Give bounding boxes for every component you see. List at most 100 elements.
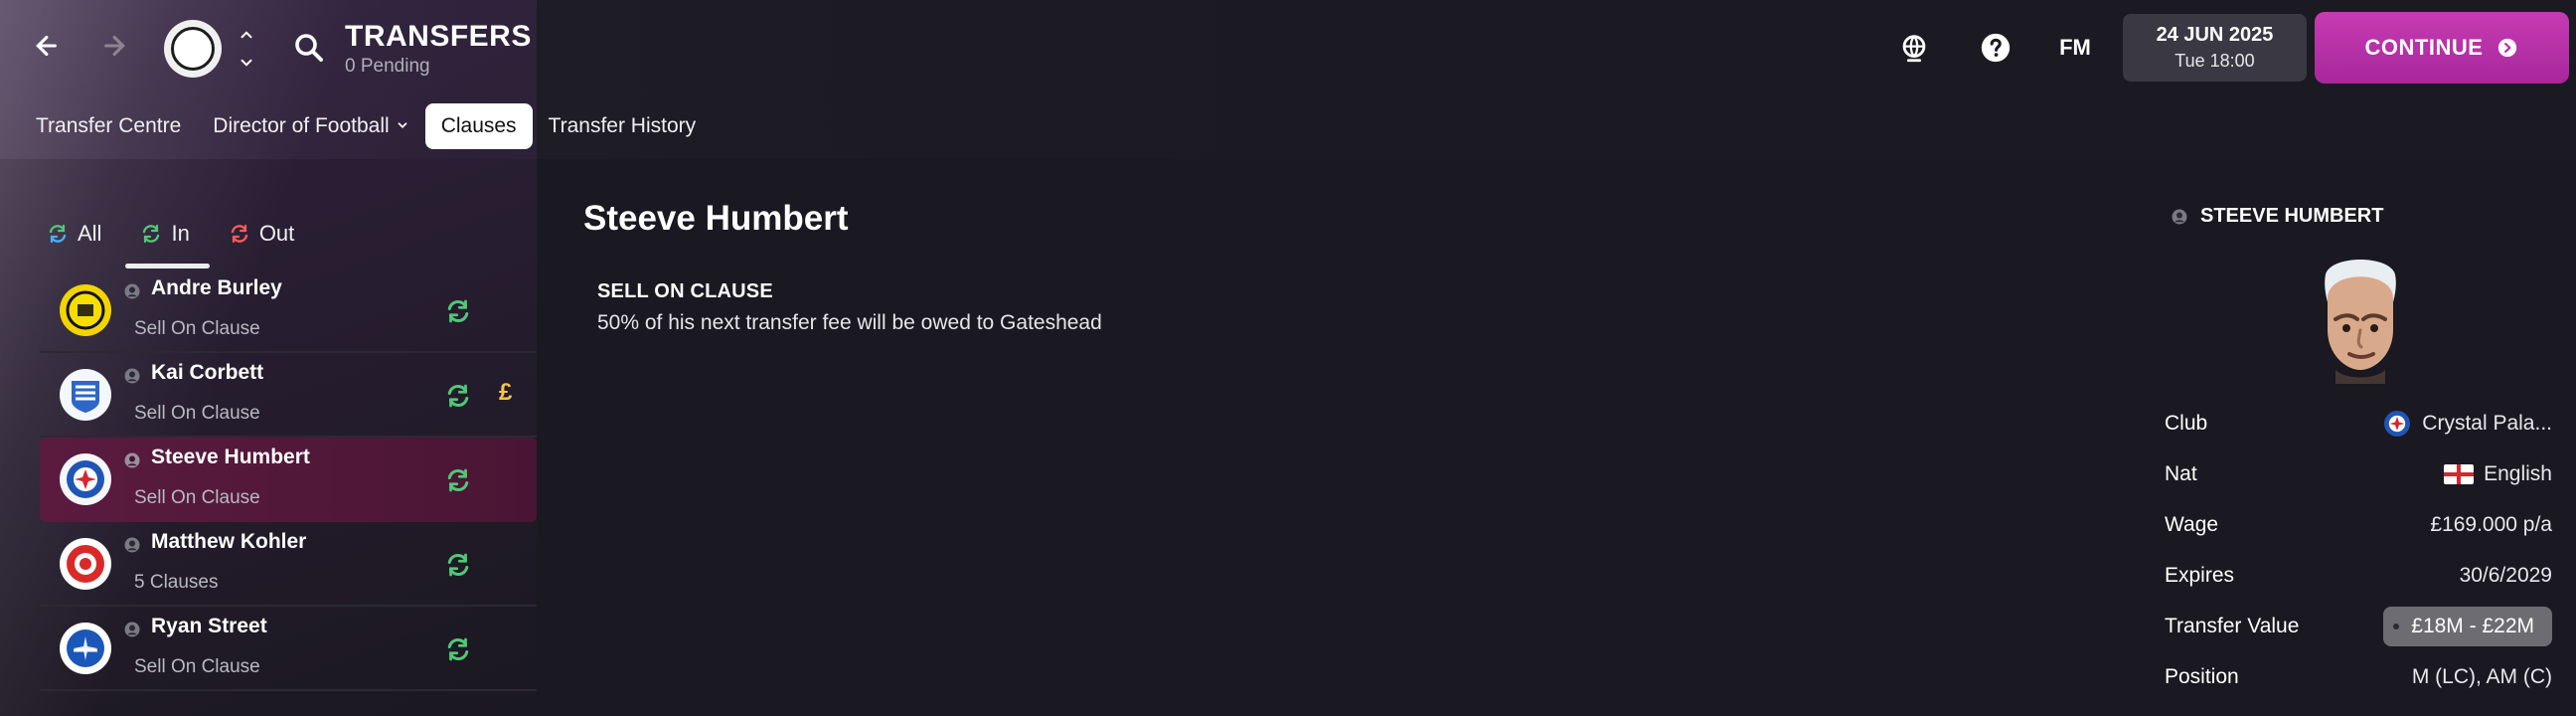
person-icon [123, 621, 141, 638]
value: £169.000 p/a [2430, 513, 2552, 536]
label: Position [2165, 665, 2239, 688]
page-title-block: TRANSFERS 0 Pending [345, 20, 532, 78]
list-item[interactable]: Kai Corbett Sell On Clause £ [40, 353, 537, 438]
player-title[interactable]: Steeve Humbert [583, 199, 2074, 239]
clause-heading: SELL ON CLAUSE [597, 280, 773, 302]
tab-transfer-history[interactable]: Transfer History [533, 103, 713, 149]
club-badge-icon [60, 284, 111, 336]
continue-label: CONTINUE [2364, 35, 2484, 60]
player-name: Steeve Humbert [151, 446, 310, 468]
filter-all[interactable]: All [40, 211, 107, 257]
label: Transfer Value [2165, 615, 2300, 637]
tab-label: Transfer History [548, 114, 697, 137]
profile-header[interactable]: STEEVE HUMBERT [2171, 205, 2383, 228]
profile-row-club[interactable]: Club Crystal Pala... [2165, 400, 2552, 448]
date-display: 24 JUN 2025 [2156, 24, 2274, 46]
value: English [2444, 462, 2552, 486]
tab-label: Clauses [440, 114, 517, 137]
club-badge[interactable] [164, 20, 222, 78]
swap-in-icon [443, 381, 473, 411]
swap-in-icon [443, 465, 473, 495]
tab-label: Transfer Centre [36, 114, 182, 137]
tab-label: Director of Football [213, 114, 390, 137]
arrow-right-icon [104, 35, 125, 57]
person-icon [123, 367, 141, 385]
globe-button[interactable] [1894, 28, 1934, 68]
swap-out-icon [231, 224, 248, 244]
continue-button[interactable]: CONTINUE [2315, 12, 2569, 84]
person-icon [123, 282, 141, 300]
list-item[interactable]: Steeve Humbert Sell On Clause [40, 438, 537, 522]
fm-menu-button[interactable]: FM [2055, 28, 2095, 68]
club-badge-icon [60, 453, 111, 505]
chevron-up-icon [241, 31, 252, 39]
profile-row-wage: Wage £169.000 p/a [2165, 501, 2552, 549]
profile-row-position: Position M (LC), AM (C) [2165, 653, 2552, 701]
label: Expires [2165, 564, 2235, 587]
chevron-down-icon [396, 114, 409, 138]
clause-summary: Sell On Clause [134, 656, 260, 677]
club-switcher[interactable] [235, 26, 258, 72]
value: Crystal Pala... [2382, 409, 2552, 439]
club-badge-icon [60, 538, 111, 590]
filter-label: Out [258, 221, 295, 246]
swap-in-icon [443, 296, 473, 326]
person-icon [2172, 209, 2187, 224]
tab-transfer-centre[interactable]: Transfer Centre [20, 103, 197, 149]
direction-filters: All In Out [40, 199, 300, 268]
label: Wage [2165, 513, 2219, 536]
clause-text: 50% of his next transfer fee will be owe… [597, 311, 1102, 334]
profile-row-nationality: Nat English [2165, 450, 2552, 498]
label: Club [2165, 412, 2208, 435]
clause-detail: Steeve Humbert SELL ON CLAUSE 50% of his… [583, 199, 2074, 335]
back-button[interactable] [24, 26, 64, 66]
swap-icon [49, 224, 67, 244]
clause-summary: 5 Clauses [134, 572, 219, 593]
club-badge-icon [60, 623, 111, 674]
list-item[interactable]: Matthew Kohler 5 Clauses [40, 522, 537, 607]
filter-label: In [171, 221, 190, 246]
globe-icon [1902, 35, 1926, 63]
filter-in[interactable]: In [125, 211, 211, 268]
date-box[interactable]: 24 JUN 2025 Tue 18:00 [2123, 14, 2307, 82]
chevron-down-icon [241, 59, 252, 67]
player-portrait [2306, 245, 2415, 384]
list-item[interactable]: Ryan Street Sell On Clause [40, 607, 537, 691]
filter-out[interactable]: Out [222, 211, 300, 257]
club-badge-icon [2384, 411, 2411, 437]
play-circle-icon [2498, 38, 2517, 58]
swap-in-icon [443, 550, 473, 580]
england-flag-icon [2444, 464, 2475, 484]
help-icon [1981, 33, 2011, 63]
help-button[interactable] [1976, 28, 2015, 68]
search-button[interactable] [291, 30, 327, 66]
player-name: Matthew Kohler [151, 530, 307, 553]
time-display: Tue 18:00 [2174, 51, 2255, 71]
swap-in-icon [143, 224, 160, 244]
nationality: English [2484, 462, 2552, 485]
profile-title: STEEVE HUMBERT [2200, 205, 2384, 227]
transfer-value-pill: £18M - £22M [2383, 607, 2552, 646]
clause-summary: Sell On Clause [134, 403, 260, 424]
label: Nat [2165, 462, 2197, 485]
tab-director-of-football[interactable]: Director of Football [197, 103, 424, 149]
club-name: Crystal Pala... [2422, 412, 2552, 435]
profile-row-transfer-value: Transfer Value £18M - £22M [2165, 603, 2552, 650]
fm-label: FM [2059, 35, 2091, 60]
clauses-panel: All In Out Andre Burley Sell On Clause K… [40, 199, 537, 716]
player-name: Ryan Street [151, 615, 267, 637]
value: £18M - £22M [2383, 607, 2552, 646]
search-icon [295, 34, 323, 62]
page-title: TRANSFERS [345, 20, 532, 53]
profile-row-expires: Expires 30/6/2029 [2165, 552, 2552, 600]
forward-button[interactable] [97, 26, 137, 66]
person-icon [123, 451, 141, 469]
list-item[interactable]: Andre Burley Sell On Clause [40, 268, 537, 353]
value: 30/6/2029 [2459, 564, 2552, 587]
pound-icon: £ [499, 379, 513, 406]
tab-clauses[interactable]: Clauses [424, 103, 533, 149]
arrow-left-icon [36, 35, 57, 57]
player-profile-panel: STEEVE HUMBERT Club Crystal Pala... Nat [2157, 199, 2552, 716]
pending-count: 0 Pending [345, 56, 430, 77]
player-name: Andre Burley [151, 276, 282, 299]
